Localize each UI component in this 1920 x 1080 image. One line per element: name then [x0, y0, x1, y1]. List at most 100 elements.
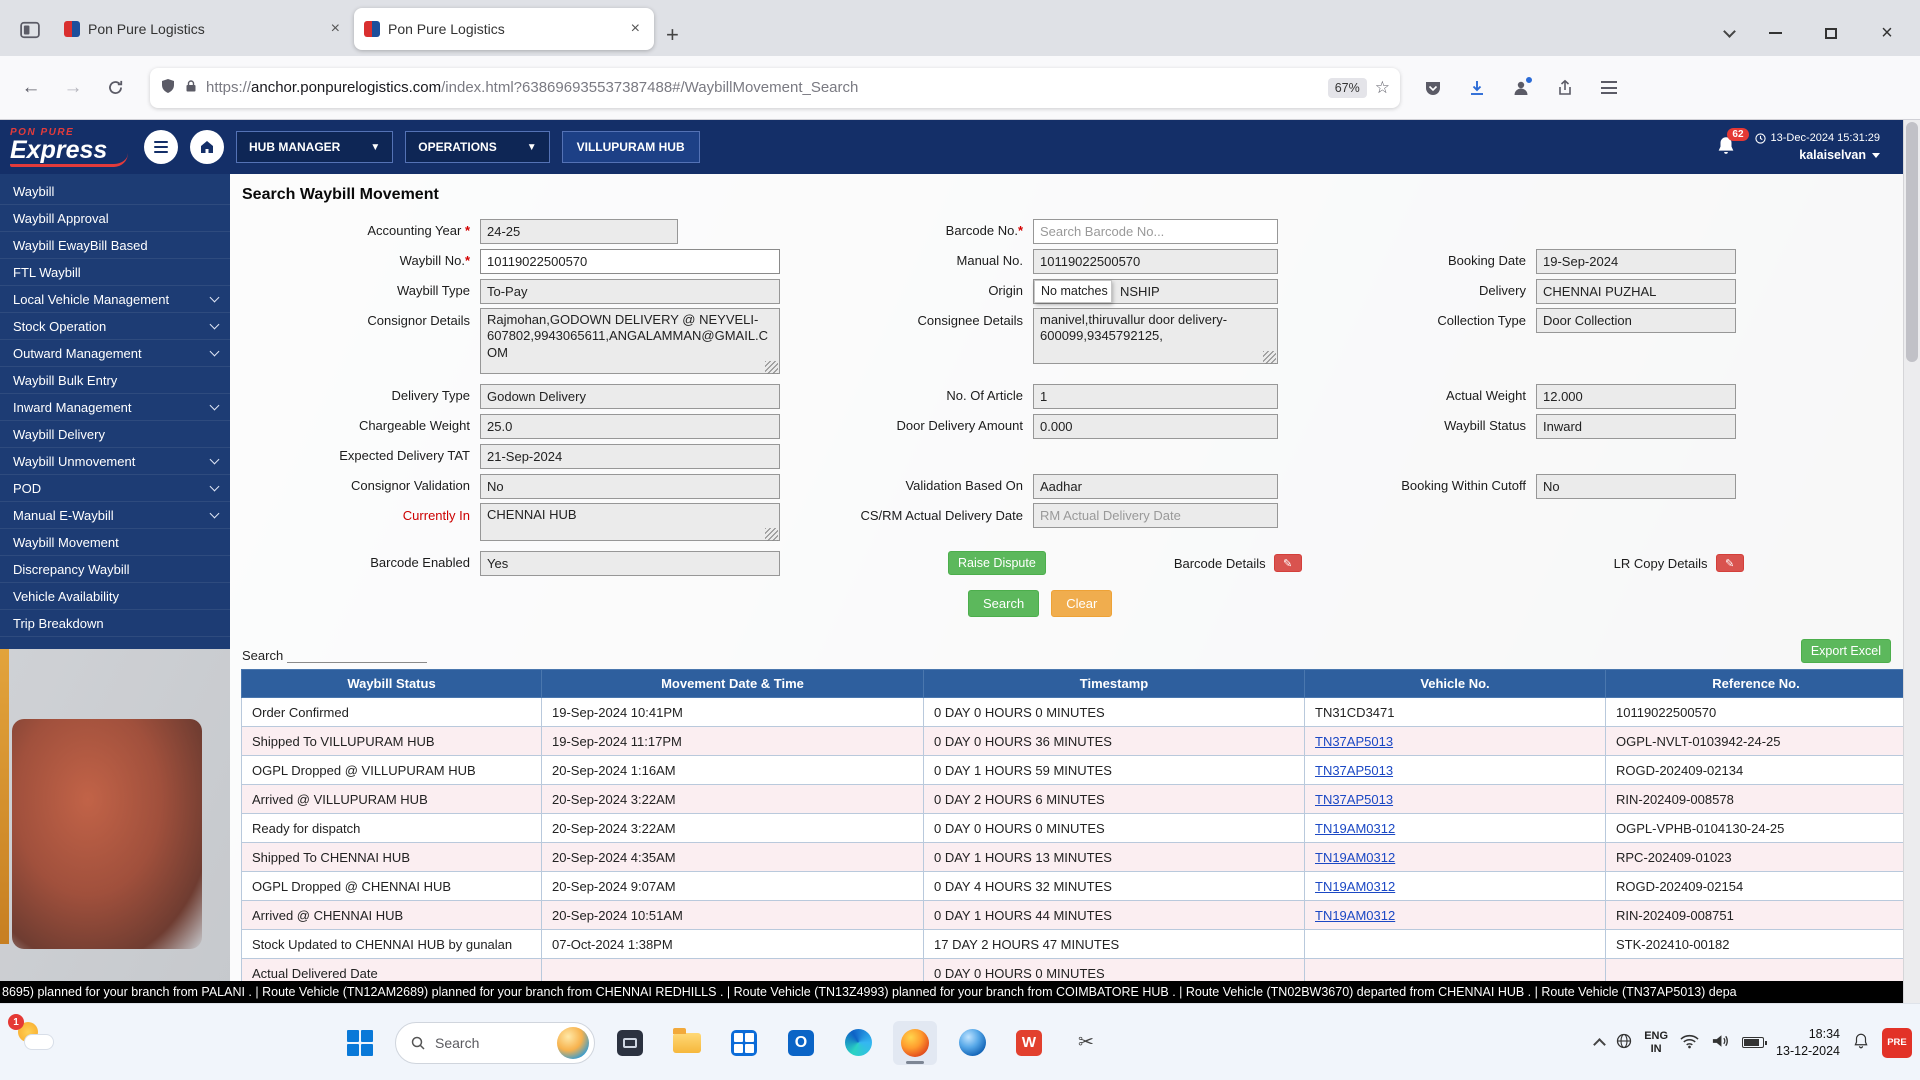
bookmark-star-icon[interactable]: ☆: [1375, 78, 1390, 98]
sidebar-item-inward-management[interactable]: Inward Management: [0, 394, 230, 421]
actual-weight-input[interactable]: [1536, 384, 1736, 409]
waybill-status-input[interactable]: [1536, 414, 1736, 439]
microsoft-store-icon[interactable]: [722, 1021, 766, 1065]
file-explorer-icon[interactable]: [665, 1021, 709, 1065]
module-dropdown[interactable]: OPERATIONS ▼: [405, 131, 549, 163]
sidebar-item-local-vehicle-management[interactable]: Local Vehicle Management: [0, 286, 230, 313]
tab-list-chevron-icon[interactable]: [1723, 25, 1736, 38]
sidebar-item-waybill-unmovement[interactable]: Waybill Unmovement: [0, 448, 230, 475]
sidebar-item-waybill-movement[interactable]: Waybill Movement: [0, 529, 230, 556]
window-close-button[interactable]: ×: [1872, 20, 1902, 46]
lr-copy-details-edit-button[interactable]: ✎: [1716, 554, 1744, 572]
battery-icon[interactable]: [1742, 1037, 1764, 1048]
consignor-validation-input[interactable]: [480, 474, 780, 499]
no-of-article-input[interactable]: [1033, 384, 1278, 409]
app-menu-icon[interactable]: [144, 130, 178, 164]
new-tab-button[interactable]: +: [654, 22, 691, 56]
lock-icon[interactable]: [184, 79, 198, 96]
vehicle-link[interactable]: TN37AP5013: [1315, 792, 1393, 807]
collection-type-input[interactable]: [1536, 308, 1736, 333]
results-search-input[interactable]: [287, 647, 427, 663]
sidebar-item-pod[interactable]: POD: [0, 475, 230, 502]
user-menu[interactable]: kalaiselvan: [1799, 148, 1880, 162]
outlook-icon[interactable]: O: [779, 1021, 823, 1065]
downloads-icon[interactable]: [1462, 73, 1492, 103]
menu-icon[interactable]: [1594, 73, 1624, 103]
share-icon[interactable]: [1550, 73, 1580, 103]
notification-center-bell-icon[interactable]: [1852, 1032, 1870, 1053]
account-icon[interactable]: [1506, 73, 1536, 103]
pre-badge[interactable]: PRE: [1882, 1028, 1912, 1058]
chargeable-weight-input[interactable]: [480, 414, 780, 439]
sidebar-item-discrepancy-waybill[interactable]: Discrepancy Waybill: [0, 556, 230, 583]
sidebar-item-waybill-bulk-entry[interactable]: Waybill Bulk Entry: [0, 367, 230, 394]
barcode-details-edit-button[interactable]: ✎: [1274, 554, 1302, 572]
sidebar-item-trip-breakdown[interactable]: Trip Breakdown: [0, 610, 230, 637]
tracking-shield-icon[interactable]: [160, 78, 176, 97]
scrollbar-thumb[interactable]: [1906, 122, 1918, 362]
address-bar[interactable]: https://anchor.ponpurelogistics.com/inde…: [150, 68, 1400, 108]
export-excel-button[interactable]: Export Excel: [1801, 639, 1891, 663]
tab-1[interactable]: Pon Pure Logistics ×: [54, 8, 354, 50]
vehicle-link[interactable]: TN37AP5013: [1315, 734, 1393, 749]
delivery-input[interactable]: [1536, 279, 1736, 304]
pocket-icon[interactable]: [1418, 73, 1448, 103]
cs-rm-actual-delivery-date-input[interactable]: [1033, 503, 1278, 528]
browser-globe-icon[interactable]: [950, 1021, 994, 1065]
back-button[interactable]: ←: [14, 71, 48, 105]
wps-office-icon[interactable]: W: [1007, 1021, 1051, 1065]
validation-based-on-input[interactable]: [1033, 474, 1278, 499]
sidebar-item-stock-operation[interactable]: Stock Operation: [0, 313, 230, 340]
snipping-tool-icon[interactable]: ✂: [1064, 1021, 1108, 1065]
task-view-icon[interactable]: [608, 1021, 652, 1065]
sidebar-item-ftl-waybill[interactable]: FTL Waybill: [0, 259, 230, 286]
sidebar-item-waybill[interactable]: Waybill: [0, 178, 230, 205]
raise-dispute-button[interactable]: Raise Dispute: [948, 551, 1046, 575]
page-scrollbar[interactable]: [1903, 120, 1920, 1003]
booking-date-input[interactable]: [1536, 249, 1736, 274]
sidebar-item-manual-e-waybill[interactable]: Manual E-Waybill: [0, 502, 230, 529]
barcode-enabled-input[interactable]: [480, 551, 780, 576]
weather-widget[interactable]: 1: [14, 1020, 58, 1060]
vehicle-link[interactable]: TN37AP5013: [1315, 763, 1393, 778]
waybill-no-input[interactable]: [480, 249, 780, 274]
sidebar-item-waybill-ewaybill-based[interactable]: Waybill EwayBill Based: [0, 232, 230, 259]
manual-no-input[interactable]: [1033, 249, 1278, 274]
consignee-details-textarea[interactable]: manivel,thiruvallur door delivery-600099…: [1033, 308, 1278, 364]
window-minimize-button[interactable]: [1760, 20, 1790, 46]
search-button[interactable]: Search: [968, 590, 1039, 617]
sidebar-item-waybill-approval[interactable]: Waybill Approval: [0, 205, 230, 232]
delivery-type-input[interactable]: [480, 384, 780, 409]
vehicle-link[interactable]: TN19AM0312: [1315, 821, 1395, 836]
hidden-icons-chevron[interactable]: [1593, 1038, 1606, 1051]
language-indicator[interactable]: ENG IN: [1644, 1030, 1668, 1055]
vehicle-link[interactable]: TN19AM0312: [1315, 908, 1395, 923]
reload-button[interactable]: [98, 71, 132, 105]
volume-icon[interactable]: [1711, 1033, 1730, 1052]
window-maximize-button[interactable]: [1816, 20, 1846, 46]
clear-button[interactable]: Clear: [1051, 590, 1112, 617]
start-button[interactable]: [338, 1021, 382, 1065]
consignor-details-textarea[interactable]: Rajmohan,GODOWN DELIVERY @ NEYVELI-60780…: [480, 308, 780, 374]
vehicle-link[interactable]: TN19AM0312: [1315, 879, 1395, 894]
role-dropdown[interactable]: HUB MANAGER ▼: [236, 131, 393, 163]
sidebar-item-vehicle-availability[interactable]: Vehicle Availability: [0, 583, 230, 610]
tab-close-icon[interactable]: ×: [327, 20, 344, 38]
expected-delivery-tat-input[interactable]: [480, 444, 780, 469]
wifi-icon[interactable]: [1680, 1034, 1699, 1052]
firefox-view-icon[interactable]: [12, 12, 48, 48]
tab-close-icon[interactable]: ×: [627, 20, 644, 38]
sidebar-item-outward-management[interactable]: Outward Management: [0, 340, 230, 367]
home-icon[interactable]: [190, 130, 224, 164]
forward-button[interactable]: →: [56, 71, 90, 105]
barcode-no-input[interactable]: [1033, 219, 1278, 244]
taskbar-search[interactable]: Search: [395, 1022, 595, 1064]
network-globe-icon[interactable]: [1616, 1033, 1632, 1052]
vehicle-link[interactable]: TN19AM0312: [1315, 850, 1395, 865]
tab-2-active[interactable]: Pon Pure Logistics ×: [354, 8, 654, 50]
booking-within-cutoff-input[interactable]: [1536, 474, 1736, 499]
edge-icon[interactable]: [836, 1021, 880, 1065]
sidebar-item-waybill-delivery[interactable]: Waybill Delivery: [0, 421, 230, 448]
currently-in-textarea[interactable]: CHENNAI HUB: [480, 503, 780, 541]
door-delivery-amount-input[interactable]: [1033, 414, 1278, 439]
